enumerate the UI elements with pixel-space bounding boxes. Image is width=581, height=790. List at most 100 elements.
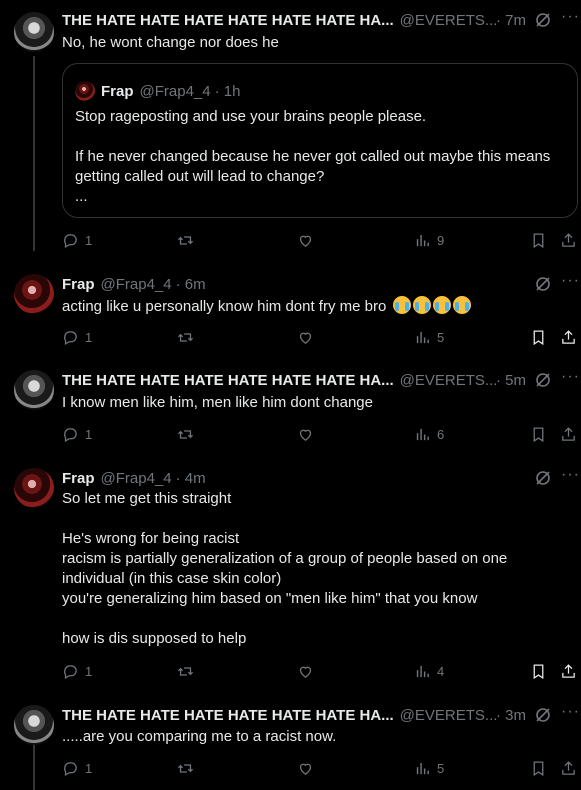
retweet-button[interactable] bbox=[177, 329, 194, 346]
reply-button[interactable]: 1 bbox=[62, 760, 92, 777]
share-icon bbox=[562, 330, 575, 344]
share-button[interactable] bbox=[560, 663, 577, 680]
grok-icon[interactable] bbox=[535, 707, 551, 723]
like-button[interactable] bbox=[297, 663, 314, 680]
views-button[interactable]: 5 bbox=[414, 760, 444, 777]
views-button[interactable]: 4 bbox=[414, 663, 444, 680]
action-bar: 1 4 bbox=[62, 663, 581, 683]
share-button[interactable] bbox=[560, 760, 577, 777]
reply-button[interactable]: 1 bbox=[62, 426, 92, 443]
reply-count: 1 bbox=[85, 427, 93, 442]
timestamp[interactable]: · 4m bbox=[176, 470, 206, 487]
like-button[interactable] bbox=[297, 329, 314, 346]
reply-icon bbox=[64, 665, 77, 680]
views-button[interactable]: 6 bbox=[414, 426, 444, 443]
timestamp[interactable]: · 3m bbox=[496, 707, 526, 724]
quote-text: Stop rageposting and use your brains peo… bbox=[75, 107, 565, 207]
avatar[interactable] bbox=[14, 705, 54, 745]
handle[interactable]: @EVERETS... bbox=[400, 372, 498, 389]
display-name[interactable]: THE HATE HATE HATE HATE HATE HATE HA... bbox=[62, 707, 394, 724]
tweet[interactable]: Frap @Frap4_4 · 4m ··· So let me get thi… bbox=[0, 458, 581, 696]
tweet[interactable]: THE HATE HATE HATE HATE HATE HATE HA... … bbox=[0, 696, 581, 790]
retweet-button[interactable] bbox=[177, 426, 194, 443]
quote-line: Stop rageposting and use your brains peo… bbox=[75, 108, 427, 125]
handle[interactable]: @EVERETS... bbox=[400, 707, 498, 724]
quoted-tweet[interactable]: Frap @Frap4_4 · 1h Stop rageposting and … bbox=[62, 63, 578, 218]
views-icon bbox=[416, 665, 429, 678]
views-count: 5 bbox=[437, 330, 445, 345]
handle[interactable]: @Frap4_4 bbox=[101, 470, 172, 487]
bookmark-icon bbox=[533, 330, 544, 346]
display-name[interactable]: THE HATE HATE HATE HATE HATE HATE HA... bbox=[62, 12, 394, 29]
retweet-button[interactable] bbox=[177, 760, 194, 777]
retweet-icon bbox=[177, 236, 194, 245]
share-button[interactable] bbox=[560, 329, 577, 346]
more-icon[interactable]: ··· bbox=[561, 368, 580, 386]
reply-count: 1 bbox=[85, 761, 93, 776]
bookmark-button[interactable] bbox=[530, 329, 547, 346]
like-icon bbox=[299, 332, 312, 344]
share-icon bbox=[562, 233, 575, 247]
grok-icon[interactable] bbox=[535, 372, 551, 388]
bookmark-button[interactable] bbox=[530, 232, 547, 249]
tweet[interactable]: Frap @Frap4_4 · 6m ··· acting like u per… bbox=[0, 262, 581, 360]
avatar[interactable] bbox=[14, 274, 54, 314]
handle[interactable]: @Frap4_4 bbox=[101, 276, 172, 293]
tweet-header: Frap @Frap4_4 · 6m bbox=[62, 274, 571, 294]
bookmark-icon bbox=[533, 233, 544, 249]
more-icon[interactable]: ··· bbox=[561, 466, 580, 484]
views-button[interactable]: 5 bbox=[414, 329, 444, 346]
display-name[interactable]: THE HATE HATE HATE HATE HATE HATE HA... bbox=[62, 372, 394, 389]
display-name[interactable]: Frap bbox=[62, 470, 95, 487]
views-icon bbox=[416, 428, 429, 441]
timestamp[interactable]: · 5m bbox=[496, 372, 526, 389]
more-icon[interactable]: ··· bbox=[561, 272, 580, 290]
tweet-line: So let me get this straight bbox=[62, 490, 232, 507]
reply-icon bbox=[64, 762, 77, 777]
retweet-button[interactable] bbox=[177, 232, 194, 249]
avatar[interactable] bbox=[14, 370, 54, 410]
timestamp[interactable]: · 7m bbox=[496, 12, 526, 29]
tweet-line: how is dis supposed to help bbox=[62, 630, 247, 647]
like-icon bbox=[299, 666, 312, 678]
views-button[interactable]: 9 bbox=[414, 232, 444, 249]
retweet-button[interactable] bbox=[177, 663, 194, 680]
tweet-text: No, he wont change nor does he bbox=[62, 33, 567, 53]
like-button[interactable] bbox=[297, 760, 314, 777]
grok-icon[interactable] bbox=[535, 276, 551, 292]
like-button[interactable] bbox=[297, 232, 314, 249]
bookmark-icon bbox=[533, 427, 544, 443]
reply-button[interactable]: 1 bbox=[62, 329, 92, 346]
views-count: 6 bbox=[437, 427, 445, 442]
like-button[interactable] bbox=[297, 426, 314, 443]
handle[interactable]: @EVERETS... bbox=[400, 12, 498, 29]
bookmark-button[interactable] bbox=[530, 426, 547, 443]
tweet-line: .....are you comparing me to a racist no… bbox=[62, 728, 337, 745]
share-button[interactable] bbox=[560, 232, 577, 249]
quote-line: getting called out will lead to change? bbox=[75, 168, 325, 185]
bookmark-button[interactable] bbox=[530, 663, 547, 680]
tweet-line: you're generalizing him based on "men li… bbox=[62, 590, 478, 607]
more-icon[interactable]: ··· bbox=[561, 703, 580, 721]
retweet-icon bbox=[177, 764, 194, 773]
tweet[interactable]: THE HATE HATE HATE HATE HATE HATE HA... … bbox=[0, 360, 581, 458]
more-icon[interactable]: ··· bbox=[561, 8, 580, 26]
display-name[interactable]: Frap bbox=[62, 276, 95, 293]
bookmark-button[interactable] bbox=[530, 760, 547, 777]
avatar[interactable] bbox=[14, 12, 54, 52]
reply-button[interactable]: 1 bbox=[62, 663, 92, 680]
tweet-line: racism is partially generalization of a … bbox=[62, 550, 508, 567]
grok-icon[interactable] bbox=[535, 470, 551, 486]
crying-emoji bbox=[452, 296, 471, 314]
grok-icon[interactable] bbox=[535, 12, 551, 28]
reply-button[interactable]: 1 bbox=[62, 232, 92, 249]
tweet[interactable]: THE HATE HATE HATE HATE HATE HATE HA... … bbox=[0, 0, 581, 262]
share-icon bbox=[562, 761, 575, 775]
action-bar: 1 6 bbox=[62, 426, 581, 446]
timestamp[interactable]: · 6m bbox=[176, 276, 206, 293]
avatar[interactable] bbox=[14, 468, 54, 508]
tweet-text: .....are you comparing me to a racist no… bbox=[62, 727, 567, 747]
reply-count: 1 bbox=[85, 233, 93, 248]
views-count: 9 bbox=[437, 233, 445, 248]
share-button[interactable] bbox=[560, 426, 577, 443]
